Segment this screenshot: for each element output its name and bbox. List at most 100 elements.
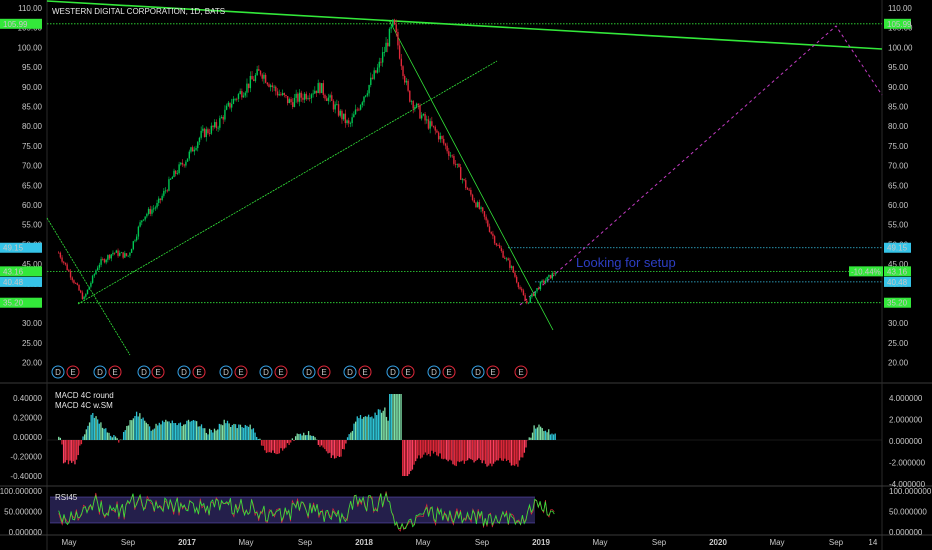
macd-bar — [496, 440, 498, 461]
level-tag-left-text: 40.48 — [3, 278, 24, 287]
macd-bar — [260, 440, 263, 446]
macd-bar — [285, 440, 287, 448]
event-marker-label: D — [263, 368, 269, 377]
candle-body — [512, 266, 514, 273]
macd-bar — [479, 440, 482, 461]
candle-body — [130, 249, 133, 253]
event-marker-label: E — [321, 368, 326, 377]
macd-bar — [520, 440, 522, 458]
macd-bar — [507, 440, 509, 460]
price-tick-label-left: 25.00 — [22, 339, 43, 348]
candle-body — [341, 110, 343, 120]
candle-body — [78, 284, 80, 291]
candle-body — [136, 236, 138, 241]
price-tick-label-right: 85.00 — [888, 103, 909, 112]
time-tick-label: 2018 — [355, 538, 373, 547]
macd-bar — [178, 423, 180, 440]
macd-bar — [252, 428, 255, 440]
candle-body — [264, 74, 267, 83]
macd-bar — [505, 440, 508, 462]
candle-body — [404, 75, 406, 83]
macd-bar — [114, 436, 117, 440]
macd-bar — [364, 416, 367, 440]
macd-bar — [535, 428, 537, 440]
candle-body — [280, 94, 282, 96]
macd-bar — [71, 440, 73, 463]
candle-body — [522, 290, 525, 296]
macd-bar — [554, 433, 556, 440]
candle-body — [276, 91, 279, 96]
macd-bar — [281, 440, 284, 451]
macd-bar — [432, 440, 435, 454]
macd-bar — [184, 424, 186, 440]
macd-bar — [531, 432, 534, 440]
macd-bar — [340, 440, 342, 457]
macd-bar — [204, 428, 206, 440]
macd-bar — [111, 437, 113, 440]
candle-body — [539, 281, 542, 290]
event-marker-label: E — [155, 368, 160, 377]
candle-body — [286, 96, 289, 104]
candle-body — [519, 287, 521, 289]
candle-body — [164, 190, 167, 192]
candle-body — [446, 145, 448, 152]
candle-body — [241, 91, 243, 98]
macd-bar — [473, 440, 475, 463]
macd-bar — [398, 394, 401, 440]
candle-body — [422, 113, 425, 116]
macd-bar — [142, 417, 144, 440]
candle-body — [534, 291, 537, 296]
macd-bar — [139, 413, 141, 440]
candle-body — [171, 177, 174, 179]
macd-bar — [332, 440, 334, 456]
candle-body — [497, 245, 499, 246]
candle-body — [237, 93, 240, 99]
macd-bar — [236, 428, 238, 440]
candle-body — [251, 75, 253, 80]
macd-bar — [299, 433, 302, 440]
macd-bar — [97, 419, 99, 440]
stock-chart[interactable]: 110.00110.00105.00105.00100.00100.0095.0… — [0, 0, 932, 550]
candle-body — [361, 102, 364, 105]
candle-body — [215, 122, 218, 129]
price-tick-label-right: 65.00 — [888, 181, 909, 190]
candle-body — [112, 252, 114, 255]
candle-body — [354, 109, 357, 115]
price-tick-label-right: 80.00 — [888, 122, 909, 131]
candle-body — [295, 93, 297, 98]
candle-body — [383, 52, 386, 53]
macd-bar — [416, 440, 418, 459]
macd-bar — [170, 423, 172, 440]
macd-bar — [273, 440, 276, 454]
candle-body — [220, 116, 223, 119]
macd-bar — [502, 440, 504, 461]
candle-body — [541, 280, 543, 282]
candle-body — [76, 283, 79, 285]
macd-bar — [277, 440, 279, 455]
macd-bar — [257, 439, 259, 440]
event-marker-label: D — [347, 368, 353, 377]
macd-bar — [163, 422, 165, 440]
price-tick-label-left: 65.00 — [22, 181, 43, 190]
macd-bar — [103, 428, 105, 440]
macd-tick-right: -2.000000 — [889, 459, 926, 468]
time-tick-label: Sep — [121, 538, 136, 547]
candle-body — [424, 113, 426, 121]
macd-bar — [98, 423, 100, 440]
candle-body — [147, 208, 150, 214]
candle-body — [230, 103, 233, 108]
macd-bar — [127, 425, 130, 440]
time-tick-label: 2020 — [709, 538, 727, 547]
macd-bar — [439, 440, 441, 454]
macd-bar — [483, 440, 485, 461]
macd-bar — [510, 440, 513, 466]
candle-body — [331, 95, 333, 101]
candle-body — [232, 98, 235, 104]
macd-bar — [424, 440, 427, 453]
candle-body — [505, 258, 508, 260]
macd-bar — [348, 434, 350, 440]
candle-body — [198, 137, 201, 143]
price-tick-label-right: 110.00 — [888, 4, 912, 13]
macd-bar — [62, 440, 65, 464]
macd-bar — [327, 440, 329, 454]
